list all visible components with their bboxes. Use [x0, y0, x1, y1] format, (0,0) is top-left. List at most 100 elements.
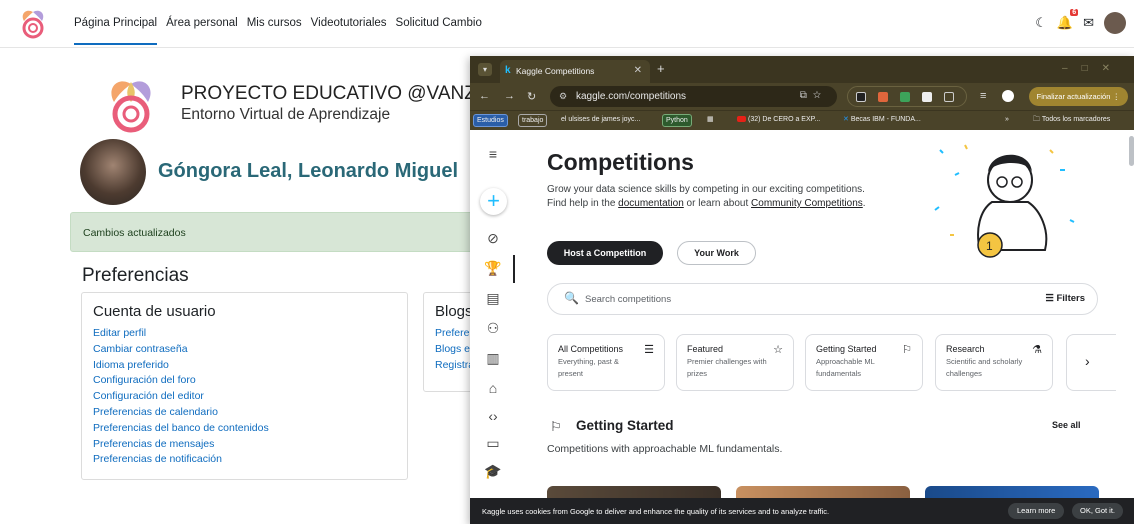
search-bar[interactable]: 🔍 Search competitions ☰ Filters: [547, 283, 1098, 315]
create-button[interactable]: +: [480, 188, 507, 215]
host-competition-button[interactable]: Host a Competition: [547, 241, 663, 265]
notification-badge: 6: [1070, 9, 1079, 16]
nav-change-request[interactable]: Solicitud Cambio: [396, 17, 482, 45]
discussion-icon[interactable]: ▭: [484, 435, 502, 452]
community-competitions-link[interactable]: Community Competitions: [751, 198, 863, 209]
competition-illustration: 1: [934, 144, 1075, 258]
bell-icon[interactable]: 🔔 6: [1057, 9, 1079, 31]
category-research[interactable]: Research Scientific and scholarly challe…: [935, 334, 1053, 391]
alert-text: Cambios actualizados: [83, 227, 186, 239]
apps-grid-icon[interactable]: ▦: [704, 114, 717, 127]
learn-more-button[interactable]: Learn more: [1008, 503, 1065, 519]
filters-button[interactable]: ☰ Filters: [1045, 293, 1085, 304]
nav-personal-area[interactable]: Área personal: [166, 17, 238, 45]
site-logo[interactable]: [16, 8, 50, 40]
filters-label: Filters: [1056, 293, 1085, 304]
site-info-icon[interactable]: ⚙: [559, 91, 567, 102]
link-edit-profile[interactable]: Editar perfil: [93, 326, 396, 342]
nav-videotutorials[interactable]: Videotutoriales: [311, 17, 387, 45]
your-work-button[interactable]: Your Work: [677, 241, 756, 265]
desc-text: or learn about: [683, 198, 752, 209]
more-bookmarks-icon[interactable]: »: [1002, 114, 1012, 127]
learn-icon[interactable]: 🎓: [484, 463, 502, 480]
bookmark-ulises[interactable]: el ulsises de james joyc...: [558, 114, 643, 127]
category-desc: Premier challenges with prizes: [687, 357, 767, 378]
link-preferred-language[interactable]: Idioma preferido: [93, 358, 396, 374]
update-button[interactable]: Finalizar actualización ⋮: [1028, 87, 1128, 106]
forward-icon[interactable]: →: [504, 90, 515, 102]
browser-window: ▾ k Kaggle Competitions ✕ + –□✕ ← → ↻ ⚙ …: [470, 56, 1134, 524]
preferences-heading: Preferencias: [82, 265, 189, 286]
documentation-link[interactable]: documentation: [618, 198, 684, 209]
link-calendar-prefs[interactable]: Preferencias de calendario: [93, 405, 396, 421]
cookie-message: Kaggle uses cookies from Google to deliv…: [482, 507, 830, 516]
page-title: Competitions: [547, 149, 694, 175]
bookmark-estudios[interactable]: Estudios: [473, 114, 508, 127]
category-desc: Scientific and scholarly challenges: [946, 357, 1023, 378]
category-all-competitions[interactable]: All Competitions Everything, past & pres…: [547, 334, 665, 391]
search-placeholder: Search competitions: [585, 294, 672, 305]
desc-text: .: [862, 198, 866, 209]
extension-icon[interactable]: [900, 92, 910, 102]
youtube-icon: [737, 116, 746, 123]
star-icon: ☆: [773, 344, 783, 356]
next-categories-button[interactable]: ›: [1066, 334, 1116, 391]
new-tab-icon[interactable]: +: [657, 61, 665, 76]
bookmark-becas-ibm[interactable]: ✕ Becas IBM - FUNDA...: [840, 114, 924, 127]
messages-icon[interactable]: ✉: [1083, 15, 1094, 31]
url-text: kaggle.com/competitions: [576, 91, 687, 102]
back-icon[interactable]: ←: [479, 90, 490, 102]
see-all-link[interactable]: See all: [1052, 420, 1081, 430]
link-blog-prefs[interactable]: Prefere: [435, 326, 471, 342]
brand-title: PROYECTO EDUCATIVO @VANZA: [181, 83, 489, 104]
bookmark-trabajo[interactable]: trabajo: [518, 114, 548, 127]
ok-got-it-button[interactable]: OK, Got it.: [1072, 503, 1124, 519]
link-forum-settings[interactable]: Configuración del foro: [93, 373, 396, 389]
flag-icon: ⚐: [902, 344, 912, 356]
scrollbar-thumb[interactable]: [1129, 136, 1134, 166]
dark-mode-icon[interactable]: ☾: [1035, 15, 1047, 31]
user-account-card: Cuenta de usuario Editar perfil Cambiar …: [81, 292, 408, 480]
link-external-blogs[interactable]: Blogs e: [435, 342, 471, 358]
nav-my-courses[interactable]: Mis cursos: [247, 17, 302, 45]
extension-icon[interactable]: [878, 92, 888, 102]
link-content-bank-prefs[interactable]: Preferencias del banco de contenidos: [93, 421, 396, 437]
tab-search-icon[interactable]: ▾: [478, 63, 492, 76]
category-getting-started[interactable]: Getting Started Approachable ML fundamen…: [805, 334, 923, 391]
bookmark-youtube[interactable]: (32) De CERO a EXP...: [734, 114, 823, 127]
link-notification-prefs[interactable]: Preferencias de notificación: [93, 452, 396, 468]
reading-list-icon[interactable]: ≡: [980, 90, 986, 102]
code-icon[interactable]: ‹›: [484, 408, 502, 424]
tab-kaggle[interactable]: k Kaggle Competitions ✕: [500, 60, 650, 83]
puzzle-extension-icon[interactable]: [944, 92, 954, 102]
compass-icon[interactable]: ⊘: [484, 230, 502, 247]
trophy-icon[interactable]: 🏆: [484, 260, 502, 277]
link-register-blog[interactable]: Registra: [435, 358, 474, 374]
models-icon[interactable]: ⚇: [484, 320, 502, 337]
user-name: Góngora Leal, Leonardo Miguel: [158, 160, 459, 182]
search-icon: 🔍: [564, 291, 579, 305]
all-bookmarks[interactable]: 🗀 Todos los marcadores: [1030, 114, 1113, 127]
profile-icon[interactable]: [1002, 90, 1014, 102]
bookmark-label: (32) De CERO a EXP...: [748, 116, 821, 123]
section-description: Competitions with approachable ML fundam…: [547, 443, 783, 455]
table-icon[interactable]: ▤: [484, 290, 502, 307]
chart-icon[interactable]: ▥: [484, 350, 502, 367]
reload-icon[interactable]: ↻: [527, 90, 536, 103]
link-editor-settings[interactable]: Configuración del editor: [93, 389, 396, 405]
bookmark-python[interactable]: Python: [662, 114, 692, 127]
robot-icon[interactable]: ⌂: [484, 380, 502, 396]
user-avatar-small[interactable]: [1104, 12, 1126, 34]
hamburger-menu-icon[interactable]: ≡: [484, 146, 502, 162]
link-message-prefs[interactable]: Preferencias de mensajes: [93, 437, 396, 453]
pen-extension-icon[interactable]: [856, 92, 866, 102]
nav-home[interactable]: Página Principal: [74, 17, 158, 45]
section-title: Getting Started: [576, 418, 674, 433]
link-change-password[interactable]: Cambiar contraseña: [93, 342, 396, 358]
category-featured[interactable]: Featured Premier challenges with prizes …: [676, 334, 794, 391]
extension-icon[interactable]: [922, 92, 932, 102]
window-controls[interactable]: –□✕: [1062, 63, 1124, 74]
address-bar[interactable]: ⚙ kaggle.com/competitions ⧉☆: [550, 86, 837, 107]
bookmark-star-icon[interactable]: ⧉☆: [800, 90, 827, 101]
close-tab-icon[interactable]: ✕: [634, 65, 642, 76]
